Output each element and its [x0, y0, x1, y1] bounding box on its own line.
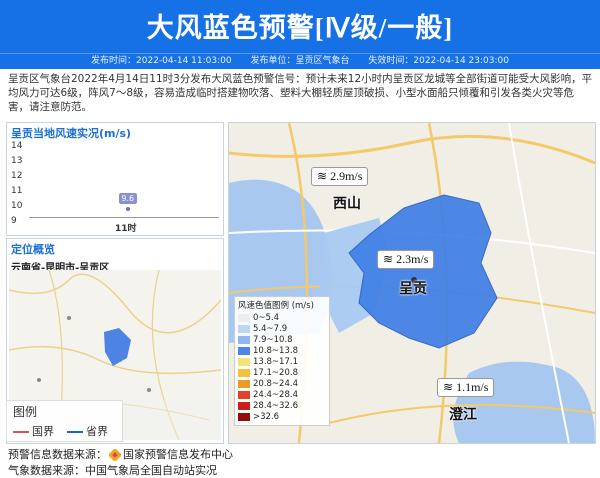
legend-row: 24.4~28.4	[238, 390, 326, 401]
legend-swatch	[238, 346, 250, 355]
legend-label: 24.4~28.4	[253, 390, 298, 400]
y-tick: 10	[11, 201, 23, 211]
city-label: 呈贡	[399, 281, 427, 297]
wind-icon: ≋	[443, 380, 454, 394]
legend-label: >32.6	[253, 412, 280, 422]
city-label: 澄江	[449, 407, 477, 423]
expire-time: 失效时间：2022-04-14 23:03:00	[368, 56, 509, 66]
data-source-weather: 气象数据来源：中国气象局全国自动站实况	[8, 464, 217, 477]
legend-label: 0~5.4	[253, 313, 280, 323]
overview-legend: 图例 国界 省界	[6, 400, 123, 442]
legend-swatch	[238, 368, 250, 377]
wind-chart-plot: 9.6	[29, 147, 219, 218]
wind-speed-tag[interactable]: ≋ 2.9m/s	[311, 167, 369, 186]
legend-swatch	[238, 390, 250, 399]
publish-time: 发布时间：2022-04-14 11:03:00	[91, 56, 232, 66]
warning-meta-bar: 发布时间：2022-04-14 11:03:00 发布单位：呈贡区气象台 失效时…	[0, 53, 600, 69]
wind-speed-value: 2.9m/s	[330, 169, 363, 183]
legend-label: 28.4~32.6	[253, 401, 298, 411]
legend-label: 17.1~20.8	[253, 368, 298, 378]
wind-icon: ≋	[383, 252, 394, 266]
legend-label: 13.8~17.1	[253, 357, 298, 367]
data-point-label: 9.6	[118, 192, 137, 204]
data-point	[125, 206, 130, 211]
warning-description: 呈贡区气象台2022年4月14日11时3分发布大风蓝色预警信号：预计未来12小时…	[8, 73, 593, 113]
legend-row: 17.1~20.8	[238, 368, 326, 379]
legend-label: 20.8~24.4	[253, 379, 298, 389]
wind-icon: ≋	[317, 169, 328, 183]
legend-row: 13.8~17.1	[238, 357, 326, 368]
warning-title: 大风蓝色预警[Ⅳ级/一般]	[146, 13, 454, 43]
legend-label: 10.8~13.8	[253, 346, 298, 356]
legend-swatch	[238, 357, 250, 366]
data-source-warning: 预警信息数据来源： 国家预警信息发布中心	[8, 446, 233, 463]
publisher: 发布单位：呈贡区气象台	[250, 56, 350, 66]
warning-header: 大风蓝色预警[Ⅳ级/一般]	[0, 0, 600, 53]
location-title: 定位概览	[11, 243, 55, 256]
y-tick: 11	[11, 186, 23, 196]
legend-row: 5.4~7.9	[238, 324, 326, 335]
country-line-swatch	[13, 431, 29, 433]
legend-swatch	[238, 335, 250, 344]
legend-row: 10.8~13.8	[238, 346, 326, 357]
legend-row: 7.9~10.8	[238, 335, 326, 346]
warning-center-logo-icon	[107, 447, 123, 463]
wind-speed-panel: 呈贡当地风速实况(m/s) 14 13 12 11 10 9 9.6 11时	[6, 122, 224, 236]
wind-speed-tag[interactable]: ≋ 1.1m/s	[437, 378, 495, 397]
legend-row: 28.4~32.6	[238, 401, 326, 412]
wind-speed-value: 1.1m/s	[456, 380, 489, 394]
legend-swatch	[238, 313, 250, 322]
legend-country-label: 国界	[32, 425, 54, 438]
y-tick: 13	[11, 156, 23, 166]
source-prefix: 预警信息数据来源：	[8, 448, 107, 461]
legend-label: 7.9~10.8	[253, 335, 293, 345]
y-tick: 9	[11, 216, 17, 226]
legend-row: 20.8~24.4	[238, 379, 326, 390]
legend-row: >32.6	[238, 412, 326, 423]
city-label: 西山	[333, 196, 361, 212]
province-line-swatch	[67, 431, 83, 433]
legend-swatch	[238, 401, 250, 410]
wind-chart-title: 呈贡当地风速实况(m/s)	[11, 127, 132, 140]
wind-speed-tag[interactable]: ≋ 2.3m/s	[377, 250, 435, 269]
wind-speed-value: 2.3m/s	[396, 252, 429, 266]
legend-label: 5.4~7.9	[253, 324, 288, 334]
x-tick-label: 11时	[115, 224, 137, 234]
legend-swatch	[238, 324, 250, 333]
overview-legend-title: 图例	[13, 405, 38, 419]
wind-legend-title: 风速色值图例 (m/s)	[238, 301, 314, 311]
legend-province-border: 省界	[67, 423, 108, 439]
legend-swatch	[238, 379, 250, 388]
legend-row: 0~5.4	[238, 313, 326, 324]
legend-province-label: 省界	[86, 425, 108, 438]
legend-country-border: 国界	[13, 423, 54, 439]
y-tick: 12	[11, 171, 23, 181]
y-tick: 14	[11, 141, 23, 151]
wind-color-legend: 风速色值图例 (m/s) 0~5.4 5.4~7.9 7.9~10.8 10.8~13…	[234, 296, 330, 426]
legend-swatch	[238, 412, 250, 421]
source-name: 国家预警信息发布中心	[123, 448, 233, 461]
